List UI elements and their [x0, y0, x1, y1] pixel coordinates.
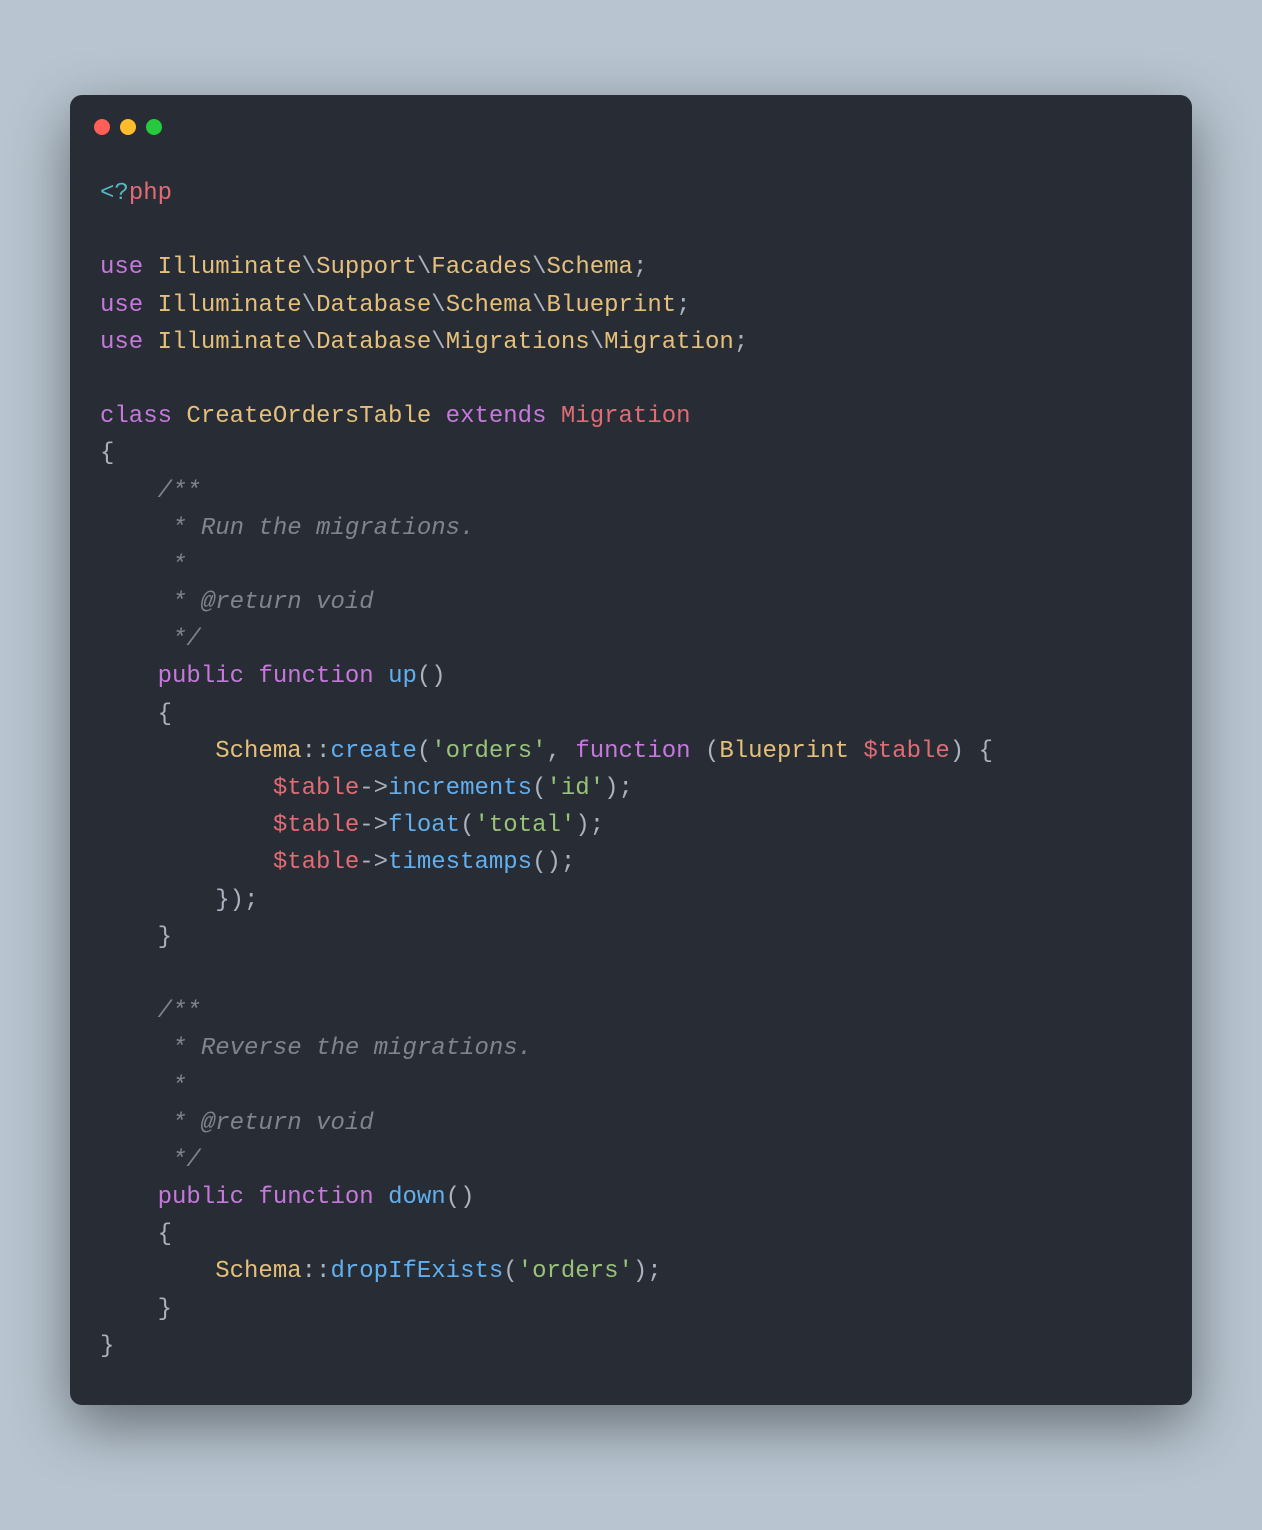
docblock-line: /** — [158, 478, 201, 505]
docblock-line: * @return void — [158, 589, 374, 616]
docblock-line: /** — [158, 998, 201, 1025]
minimize-icon[interactable] — [120, 119, 136, 135]
use-keyword: use — [100, 292, 143, 319]
window-titlebar — [70, 119, 1192, 155]
class-keyword: class — [100, 403, 172, 430]
visibility-keyword: public — [158, 663, 244, 690]
php-open-tag: <? — [100, 180, 129, 207]
function-name: down — [388, 1184, 446, 1211]
docblock-line: * Run the migrations. — [158, 515, 475, 542]
use-keyword: use — [100, 329, 143, 356]
docblock-line: */ — [158, 1147, 201, 1174]
docblock-line: * Reverse the migrations. — [158, 1035, 532, 1062]
zoom-icon[interactable] — [146, 119, 162, 135]
class-name: CreateOrdersTable — [186, 403, 431, 430]
docblock-line: */ — [158, 626, 201, 653]
code-block: <?php use Illuminate\Support\Facades\Sch… — [70, 155, 1192, 1365]
use-keyword: use — [100, 254, 143, 281]
function-name: up — [388, 663, 417, 690]
docblock-line: * — [158, 1073, 187, 1100]
close-icon[interactable] — [94, 119, 110, 135]
visibility-keyword: public — [158, 1184, 244, 1211]
code-window: <?php use Illuminate\Support\Facades\Sch… — [70, 95, 1192, 1405]
docblock-line: * @return void — [158, 1110, 374, 1137]
docblock-line: * — [158, 552, 187, 579]
